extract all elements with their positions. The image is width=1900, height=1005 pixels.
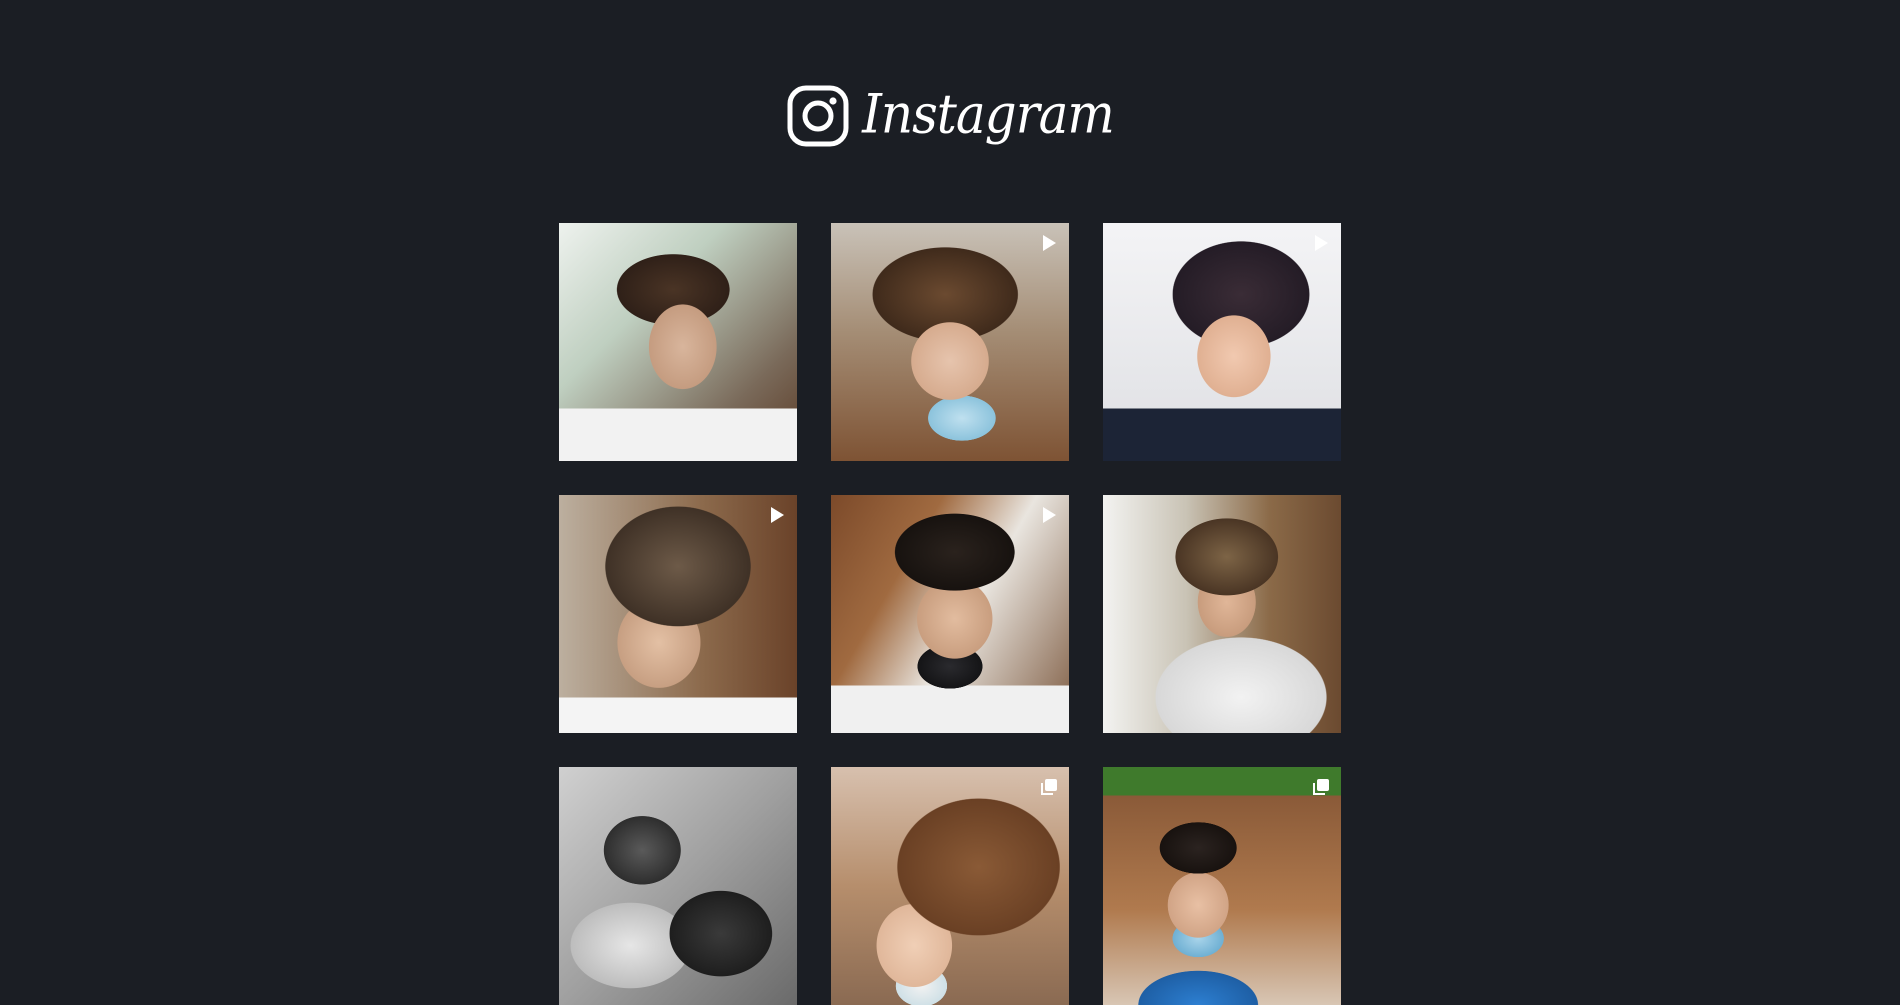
video-icon [1039, 233, 1059, 253]
post-tile-4[interactable] [559, 495, 797, 733]
post-tile-5[interactable] [831, 495, 1069, 733]
post-image [831, 767, 1069, 1005]
post-image [831, 495, 1069, 733]
post-image [559, 767, 797, 1005]
carousel-icon [1311, 777, 1331, 797]
instagram-wordmark: Instagram [862, 82, 1115, 146]
post-image [559, 495, 797, 733]
post-image [1103, 223, 1341, 461]
post-image [1103, 495, 1341, 733]
post-image [1103, 767, 1341, 1005]
post-tile-9[interactable] [1103, 767, 1341, 1005]
video-icon [1039, 505, 1059, 525]
post-grid [559, 223, 1341, 1005]
post-image [559, 223, 797, 461]
post-tile-6[interactable] [1103, 495, 1341, 733]
post-tile-3[interactable] [1103, 223, 1341, 461]
instagram-glyph-icon [787, 85, 849, 147]
post-tile-1[interactable] [559, 223, 797, 461]
carousel-icon [1039, 777, 1059, 797]
post-tile-2[interactable] [831, 223, 1069, 461]
instagram-header: Instagram [0, 84, 1900, 148]
video-icon [767, 505, 787, 525]
video-icon [1311, 233, 1331, 253]
post-tile-8[interactable] [831, 767, 1069, 1005]
instagram-logo[interactable]: Instagram [786, 82, 1115, 148]
post-tile-7[interactable] [559, 767, 797, 1005]
post-image [831, 223, 1069, 461]
